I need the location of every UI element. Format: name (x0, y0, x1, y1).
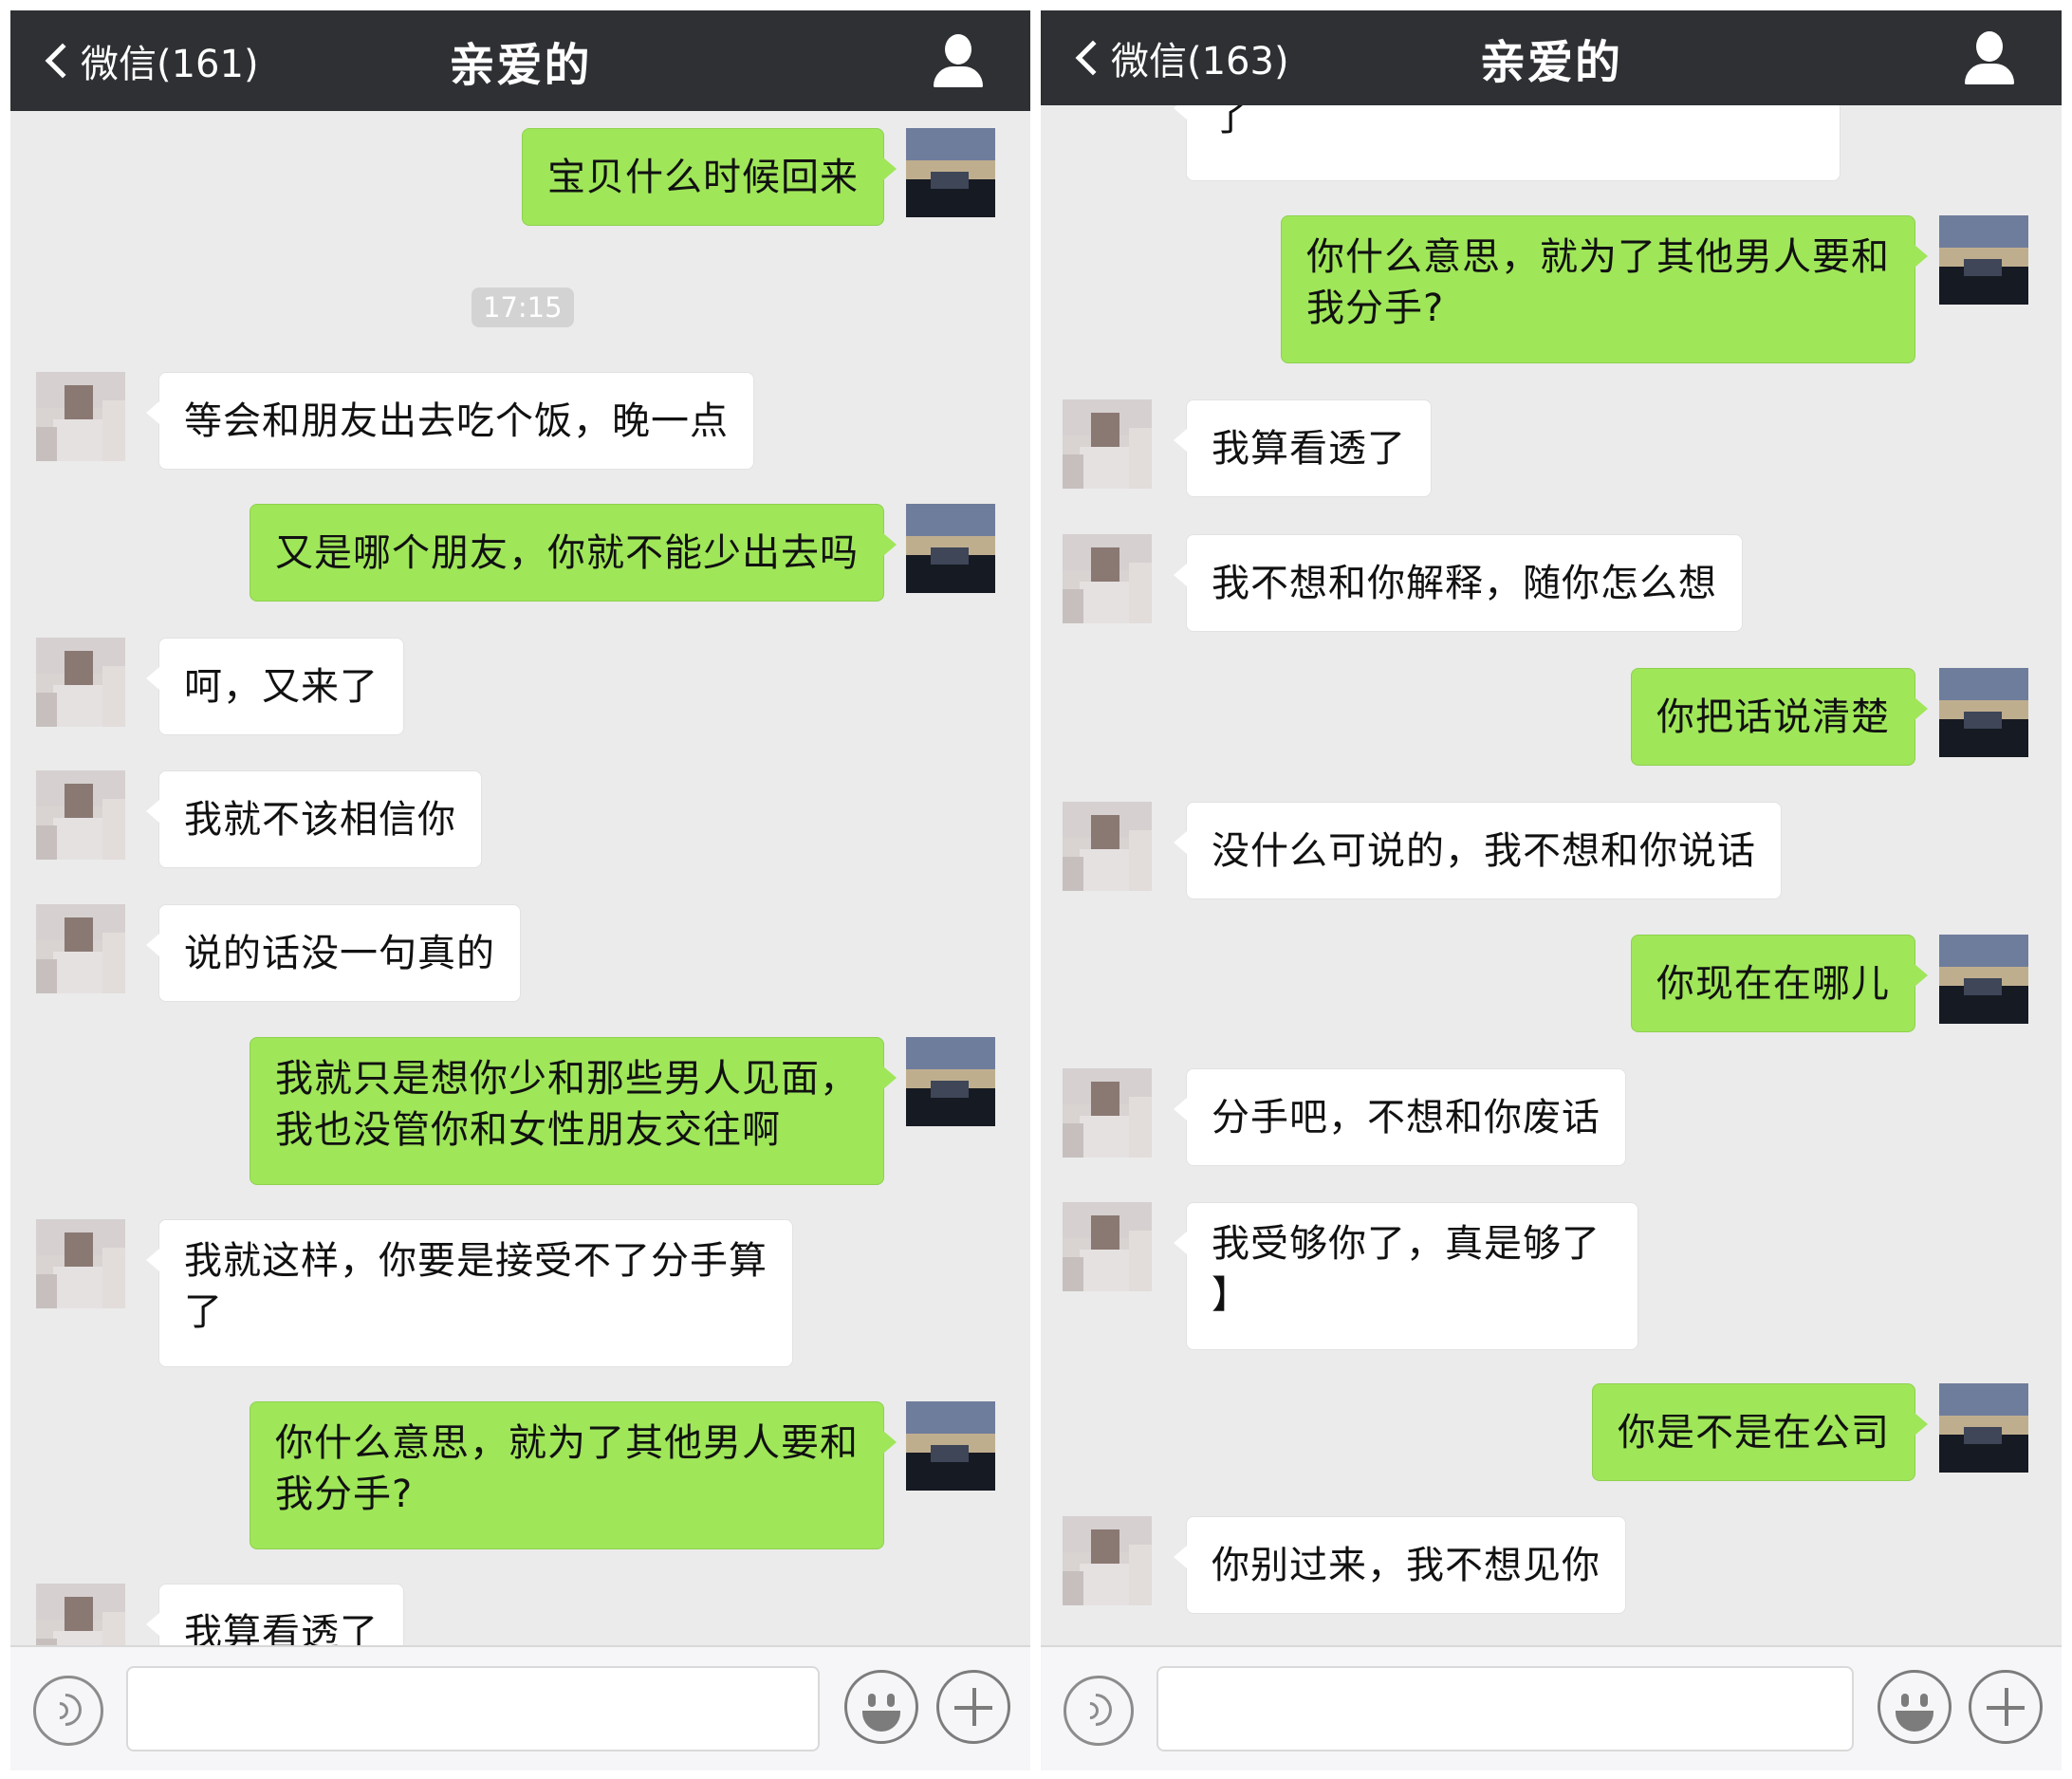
message-bubble[interactable]: 你什么意思，就为了其他男人要和 我分手? (1281, 215, 1928, 363)
plus-icon[interactable] (1969, 1670, 2043, 1744)
nav-bar: 微信(161) 亲爱的 (10, 10, 1030, 111)
my-avatar[interactable] (1939, 215, 2028, 305)
chat-screen-right: 了 你什么意思，就为了其他男人要和 我分手? 我算看透了 我不想和你解释，随你怎… (1041, 10, 2062, 1770)
message-bubble[interactable]: 你是不是在公司 (1592, 1383, 1928, 1481)
contact-avatar[interactable] (1063, 802, 1152, 891)
emoji-icon[interactable] (844, 1670, 918, 1744)
chat-title: 亲爱的 (1479, 36, 1622, 89)
contact-avatar[interactable] (1063, 1202, 1152, 1291)
contact-avatar[interactable] (1063, 1516, 1152, 1605)
message-bubble[interactable]: 我算看透了 (146, 1584, 404, 1645)
contact-avatar[interactable] (36, 372, 125, 461)
message-bubble[interactable]: 我就这样，你要是接受不了分手算 了 (146, 1219, 793, 1367)
contact-avatar[interactable] (36, 638, 125, 727)
emoji-icon[interactable] (1878, 1670, 1952, 1744)
message-bubble[interactable]: 又是哪个朋友，你就不能少出去吗 (250, 504, 897, 602)
my-avatar[interactable] (906, 504, 995, 593)
message-bubble[interactable]: 我受够你了，真是够了 】 (1174, 1202, 1638, 1350)
message-bubble[interactable]: 呵，又来了 (146, 638, 404, 735)
contact-avatar[interactable] (1063, 399, 1152, 489)
nav-bar: 微信(163) 亲爱的 (1041, 10, 2062, 105)
message-input[interactable] (126, 1666, 820, 1751)
contact-avatar[interactable] (1063, 1068, 1152, 1158)
message-bubble[interactable]: 你把话说清楚 (1631, 668, 1928, 766)
message-bubble[interactable]: 没什么可说的，我不想和你说话 (1174, 802, 1782, 899)
my-avatar[interactable] (906, 128, 995, 217)
message-bubble[interactable]: 你现在在哪儿 (1631, 935, 1928, 1032)
message-bubble[interactable]: 分手吧，不想和你废话 (1174, 1068, 1626, 1166)
message-bubble[interactable]: 你什么意思，就为了其他男人要和 我分手? (250, 1401, 897, 1549)
voice-icon[interactable] (1064, 1676, 1134, 1746)
message-bubble[interactable]: 你别过来，我不想见你 (1174, 1516, 1626, 1614)
message-bubble[interactable]: 说的话没一句真的 (146, 904, 521, 1002)
my-avatar[interactable] (906, 1401, 995, 1491)
my-avatar[interactable] (1939, 668, 2028, 757)
contact-avatar[interactable] (36, 770, 125, 860)
plus-icon[interactable] (936, 1670, 1010, 1744)
message-bubble[interactable]: 等会和朋友出去吃个饭，晚一点 (146, 372, 754, 470)
contact-avatar[interactable] (1063, 534, 1152, 623)
contact-avatar[interactable] (36, 1584, 125, 1645)
contact-avatar[interactable] (36, 904, 125, 993)
message-list[interactable]: 宝贝什么时候回来 17:15 等会和朋友出去吃个饭，晚一点 又是哪个朋友，你就不… (10, 10, 1030, 1645)
message-bubble[interactable]: 宝贝什么时候回来 (522, 128, 897, 226)
my-avatar[interactable] (1939, 1383, 2028, 1473)
chat-screen-left: 宝贝什么时候回来 17:15 等会和朋友出去吃个饭，晚一点 又是哪个朋友，你就不… (10, 10, 1030, 1770)
voice-icon[interactable] (33, 1676, 103, 1746)
timestamp: 17:15 (472, 287, 574, 327)
contact-avatar[interactable] (36, 1219, 125, 1308)
message-list[interactable]: 了 你什么意思，就为了其他男人要和 我分手? 我算看透了 我不想和你解释，随你怎… (1041, 10, 2062, 1645)
input-toolbar (10, 1645, 1030, 1770)
person-icon[interactable] (1963, 31, 2016, 84)
my-avatar[interactable] (1939, 935, 2028, 1024)
input-toolbar (1041, 1645, 2062, 1770)
message-bubble[interactable]: 我就不该相信你 (146, 770, 482, 868)
my-avatar[interactable] (906, 1037, 995, 1126)
chat-title: 亲爱的 (449, 39, 592, 92)
message-bubble[interactable]: 我不想和你解释，随你怎么想 (1174, 534, 1743, 632)
message-bubble[interactable]: 我算看透了 (1174, 399, 1432, 497)
message-bubble[interactable]: 我就只是想你少和那些男人见面， 我也没管你和女性朋友交往啊 (250, 1037, 897, 1185)
person-icon[interactable] (932, 34, 985, 87)
message-input[interactable] (1156, 1666, 1854, 1751)
